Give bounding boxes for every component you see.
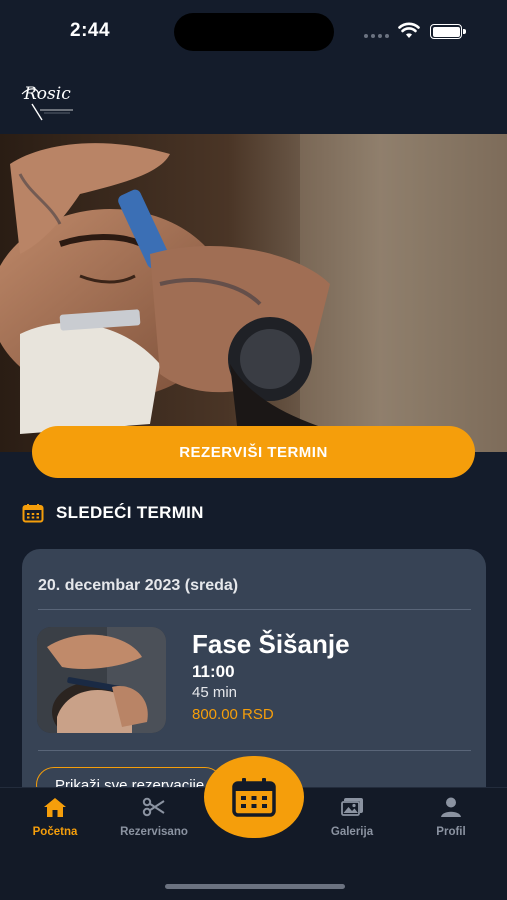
section-title: SLEDEĆI TERMIN bbox=[56, 503, 204, 522]
scissors-icon bbox=[142, 797, 165, 817]
service-thumbnail bbox=[37, 627, 166, 733]
divider bbox=[38, 750, 471, 751]
service-price: 800.00 RSD bbox=[192, 706, 274, 723]
tab-label: Početna bbox=[32, 826, 78, 838]
tab-gallery[interactable]: Galerija bbox=[307, 796, 397, 838]
gallery-icon bbox=[341, 798, 363, 816]
tab-home[interactable]: Početna bbox=[10, 796, 100, 838]
appointment-date: 20. decembar 2023 (sreda) bbox=[38, 577, 239, 594]
calendar-icon bbox=[232, 778, 276, 817]
dynamic-island bbox=[174, 13, 334, 51]
service-name: Fase Šišanje bbox=[192, 629, 350, 659]
battery-icon bbox=[430, 24, 466, 39]
divider bbox=[38, 609, 471, 610]
service-time: 11:00 bbox=[192, 662, 235, 681]
tab-label: Rezervisano bbox=[120, 826, 188, 838]
status-time: 2:44 bbox=[70, 20, 111, 41]
home-indicator bbox=[165, 884, 345, 889]
cellular-signal-icon bbox=[364, 34, 389, 38]
calendar-icon bbox=[22, 504, 44, 523]
person-icon bbox=[441, 797, 461, 817]
home-icon bbox=[44, 798, 66, 817]
reserve-appointment-button[interactable]: REZERVIŠI TERMIN bbox=[32, 426, 475, 478]
tab-reserved[interactable]: Rezervisano bbox=[109, 796, 199, 838]
wifi-icon bbox=[398, 22, 420, 38]
next-appointment-header: SLEDEĆI TERMIN bbox=[22, 503, 204, 523]
tab-book-appointment[interactable] bbox=[204, 756, 304, 838]
service-duration: 45 min bbox=[192, 684, 238, 701]
brand-logo: Rosic bbox=[18, 82, 78, 126]
hero-image bbox=[0, 134, 507, 452]
tab-label: Galerija bbox=[330, 826, 374, 838]
tab-label: Profil bbox=[436, 826, 466, 838]
status-bar: 2:44 bbox=[0, 0, 507, 62]
tab-profile[interactable]: Profil bbox=[406, 796, 496, 838]
